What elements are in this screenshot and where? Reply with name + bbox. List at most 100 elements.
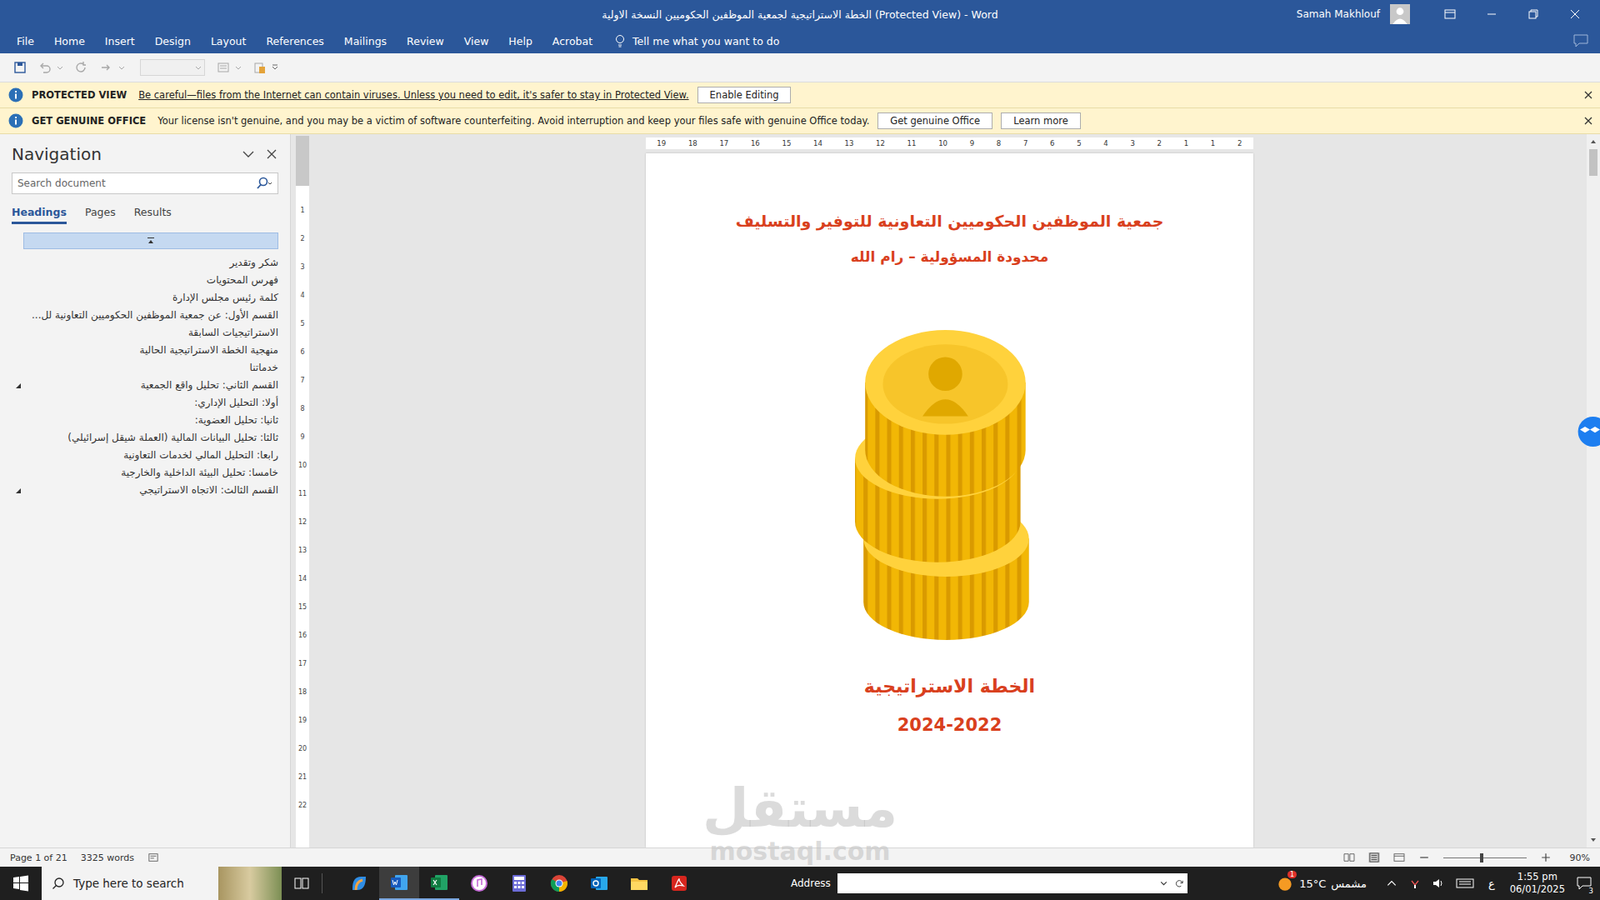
heading-item[interactable]: ثالثا: تحليل البيانات المالية (العملة شي… xyxy=(11,429,279,447)
ribbon-tab[interactable]: Review xyxy=(396,35,455,48)
format-painter-icon[interactable] xyxy=(100,60,114,75)
print-layout-icon[interactable] xyxy=(1368,852,1380,863)
heading-item[interactable]: أولا: التحليل الإداري: xyxy=(11,394,279,412)
ribbon-tab[interactable]: Layout xyxy=(200,35,257,48)
layout-icon[interactable] xyxy=(216,60,230,75)
customize-icon[interactable] xyxy=(271,64,279,71)
message-text[interactable]: Be careful—files from the Internet can c… xyxy=(138,89,689,101)
navigation-tab[interactable]: Headings xyxy=(11,205,67,225)
heading-item[interactable]: خامسا: تحليل البيئة الداخلية والخارجية xyxy=(11,464,279,482)
zoom-in-icon[interactable] xyxy=(1540,852,1552,863)
expand-arrow-icon[interactable] xyxy=(15,487,22,495)
save-icon[interactable] xyxy=(13,60,27,75)
taskbar-app[interactable] xyxy=(659,866,700,900)
page-count[interactable]: Page 1 of 21 xyxy=(10,852,68,864)
address-label: Address xyxy=(790,877,831,890)
windows-start-icon[interactable] xyxy=(0,875,42,892)
taskbar-app[interactable] xyxy=(579,866,620,900)
taskbar-app[interactable] xyxy=(499,866,540,900)
font-size-box[interactable] xyxy=(140,59,205,76)
search-document-field[interactable]: Search document xyxy=(11,172,279,195)
scroll-up-icon[interactable] xyxy=(1589,137,1598,146)
collapse-all-row[interactable] xyxy=(23,232,279,250)
ribbon-tab[interactable]: Design xyxy=(145,35,201,48)
ribbon-tab[interactable]: Insert xyxy=(95,35,145,48)
comments-icon[interactable] xyxy=(1573,34,1589,48)
keyboard-icon[interactable] xyxy=(1455,877,1475,890)
address-field[interactable] xyxy=(837,873,1188,894)
ribbon-tab[interactable]: Mailings xyxy=(334,35,397,48)
taskbar-app[interactable] xyxy=(539,866,580,900)
zoom-slider[interactable] xyxy=(1443,852,1527,863)
document-page[interactable]: جمعية الموظفين الحكوميين التعاونية للتوف… xyxy=(645,153,1254,848)
taskbar-app[interactable] xyxy=(419,866,460,900)
weather-widget[interactable]: 115°Cمشمس xyxy=(1275,874,1367,893)
input-language[interactable]: ع xyxy=(1488,877,1495,890)
ribbon-tab[interactable]: View xyxy=(454,35,500,48)
close-icon[interactable] xyxy=(1583,90,1594,100)
taskbar-app[interactable] xyxy=(619,866,660,900)
heading-item[interactable]: رابعا: التحليل المالي لخدمات التعاونية xyxy=(11,446,279,465)
tell-me-box[interactable]: Tell me what you want to do xyxy=(614,34,780,48)
word-count[interactable]: 3325 words xyxy=(80,852,135,864)
volume-icon[interactable] xyxy=(1432,877,1445,890)
heading-item[interactable]: فهرس المحتويات xyxy=(11,271,279,290)
message-button[interactable]: Enable Editing xyxy=(697,86,792,104)
dropdown-icon[interactable] xyxy=(56,64,64,71)
chevron-down-icon[interactable] xyxy=(241,147,255,161)
search-icon[interactable] xyxy=(255,176,273,190)
taskbar-app[interactable] xyxy=(339,866,380,900)
dropdown-icon[interactable] xyxy=(1159,879,1169,889)
hidden-icons-chevron-icon[interactable] xyxy=(1385,877,1398,890)
scroll-down-icon[interactable] xyxy=(1589,835,1598,845)
heading-item[interactable]: القسم الأول: عن جمعية الموظفين الحكوميين… xyxy=(11,306,279,325)
ribbon-tab[interactable]: Home xyxy=(44,35,95,48)
taskbar-app[interactable] xyxy=(459,866,500,900)
close-icon[interactable] xyxy=(265,147,279,161)
read-mode-icon[interactable] xyxy=(1343,852,1355,863)
heading-item[interactable]: خدماتنا xyxy=(11,359,279,377)
heading-item[interactable]: ثانيا: تحليل العضوية: xyxy=(11,411,279,430)
user-name[interactable]: Samah Makhlouf xyxy=(1296,8,1380,20)
proofing-icon[interactable] xyxy=(147,852,160,863)
close-icon[interactable] xyxy=(1556,7,1594,21)
vertical-scrollbar[interactable] xyxy=(1586,134,1600,848)
dropdown-icon[interactable] xyxy=(235,64,242,71)
web-layout-icon[interactable] xyxy=(1393,852,1405,863)
network-icon[interactable] xyxy=(1409,877,1421,890)
taskbar-app[interactable] xyxy=(379,866,420,900)
restore-icon[interactable] xyxy=(1515,7,1552,21)
ribbon-display-icon[interactable] xyxy=(1431,7,1469,21)
notifications-button[interactable]: 3 xyxy=(1571,870,1597,896)
dropdown-icon[interactable] xyxy=(118,64,125,71)
zoom-level[interactable]: 90% xyxy=(1570,852,1590,864)
navigation-tab[interactable]: Pages xyxy=(85,205,116,225)
minimize-icon[interactable] xyxy=(1473,7,1510,21)
ribbon-tab[interactable]: Help xyxy=(498,35,543,48)
refresh-icon[interactable] xyxy=(1175,879,1185,889)
scroll-thumb[interactable] xyxy=(1589,149,1598,176)
heading-item[interactable]: القسم الثالث: الاتجاه الاستراتيجي xyxy=(11,481,279,500)
message-button[interactable]: Get genuine Office xyxy=(877,112,993,130)
paste-icon[interactable] xyxy=(253,60,267,75)
avatar-icon[interactable] xyxy=(1390,4,1410,25)
ribbon-tab[interactable]: File xyxy=(6,35,45,48)
ribbon-tab[interactable]: Acrobat xyxy=(542,35,603,48)
navigation-tab[interactable]: Results xyxy=(134,205,172,225)
taskbar-search[interactable]: Type here to search xyxy=(41,866,282,900)
clock[interactable]: 1:55 pm06/01/2025 xyxy=(1510,870,1565,896)
redo-icon[interactable] xyxy=(75,60,89,75)
heading-item[interactable]: منهجية الخطة الاستراتيجية الحالية xyxy=(11,341,279,360)
undo-icon[interactable] xyxy=(38,60,52,75)
dropbox-icon[interactable] xyxy=(1575,416,1600,447)
heading-item[interactable]: الاستراتيجيات السابقة xyxy=(11,324,279,342)
heading-item[interactable]: القسم الثاني: تحليل واقع الجمعية xyxy=(11,376,279,395)
heading-item[interactable]: شكر وتقدير xyxy=(11,254,279,272)
task-view-icon[interactable] xyxy=(281,875,322,892)
message-button[interactable]: Learn more xyxy=(1000,112,1081,130)
zoom-out-icon[interactable] xyxy=(1418,852,1430,863)
heading-item[interactable]: كلمة رئيس مجلس الإدارة xyxy=(11,289,279,307)
expand-arrow-icon[interactable] xyxy=(15,382,22,390)
ribbon-tab[interactable]: References xyxy=(255,35,334,48)
close-icon[interactable] xyxy=(1583,115,1594,126)
